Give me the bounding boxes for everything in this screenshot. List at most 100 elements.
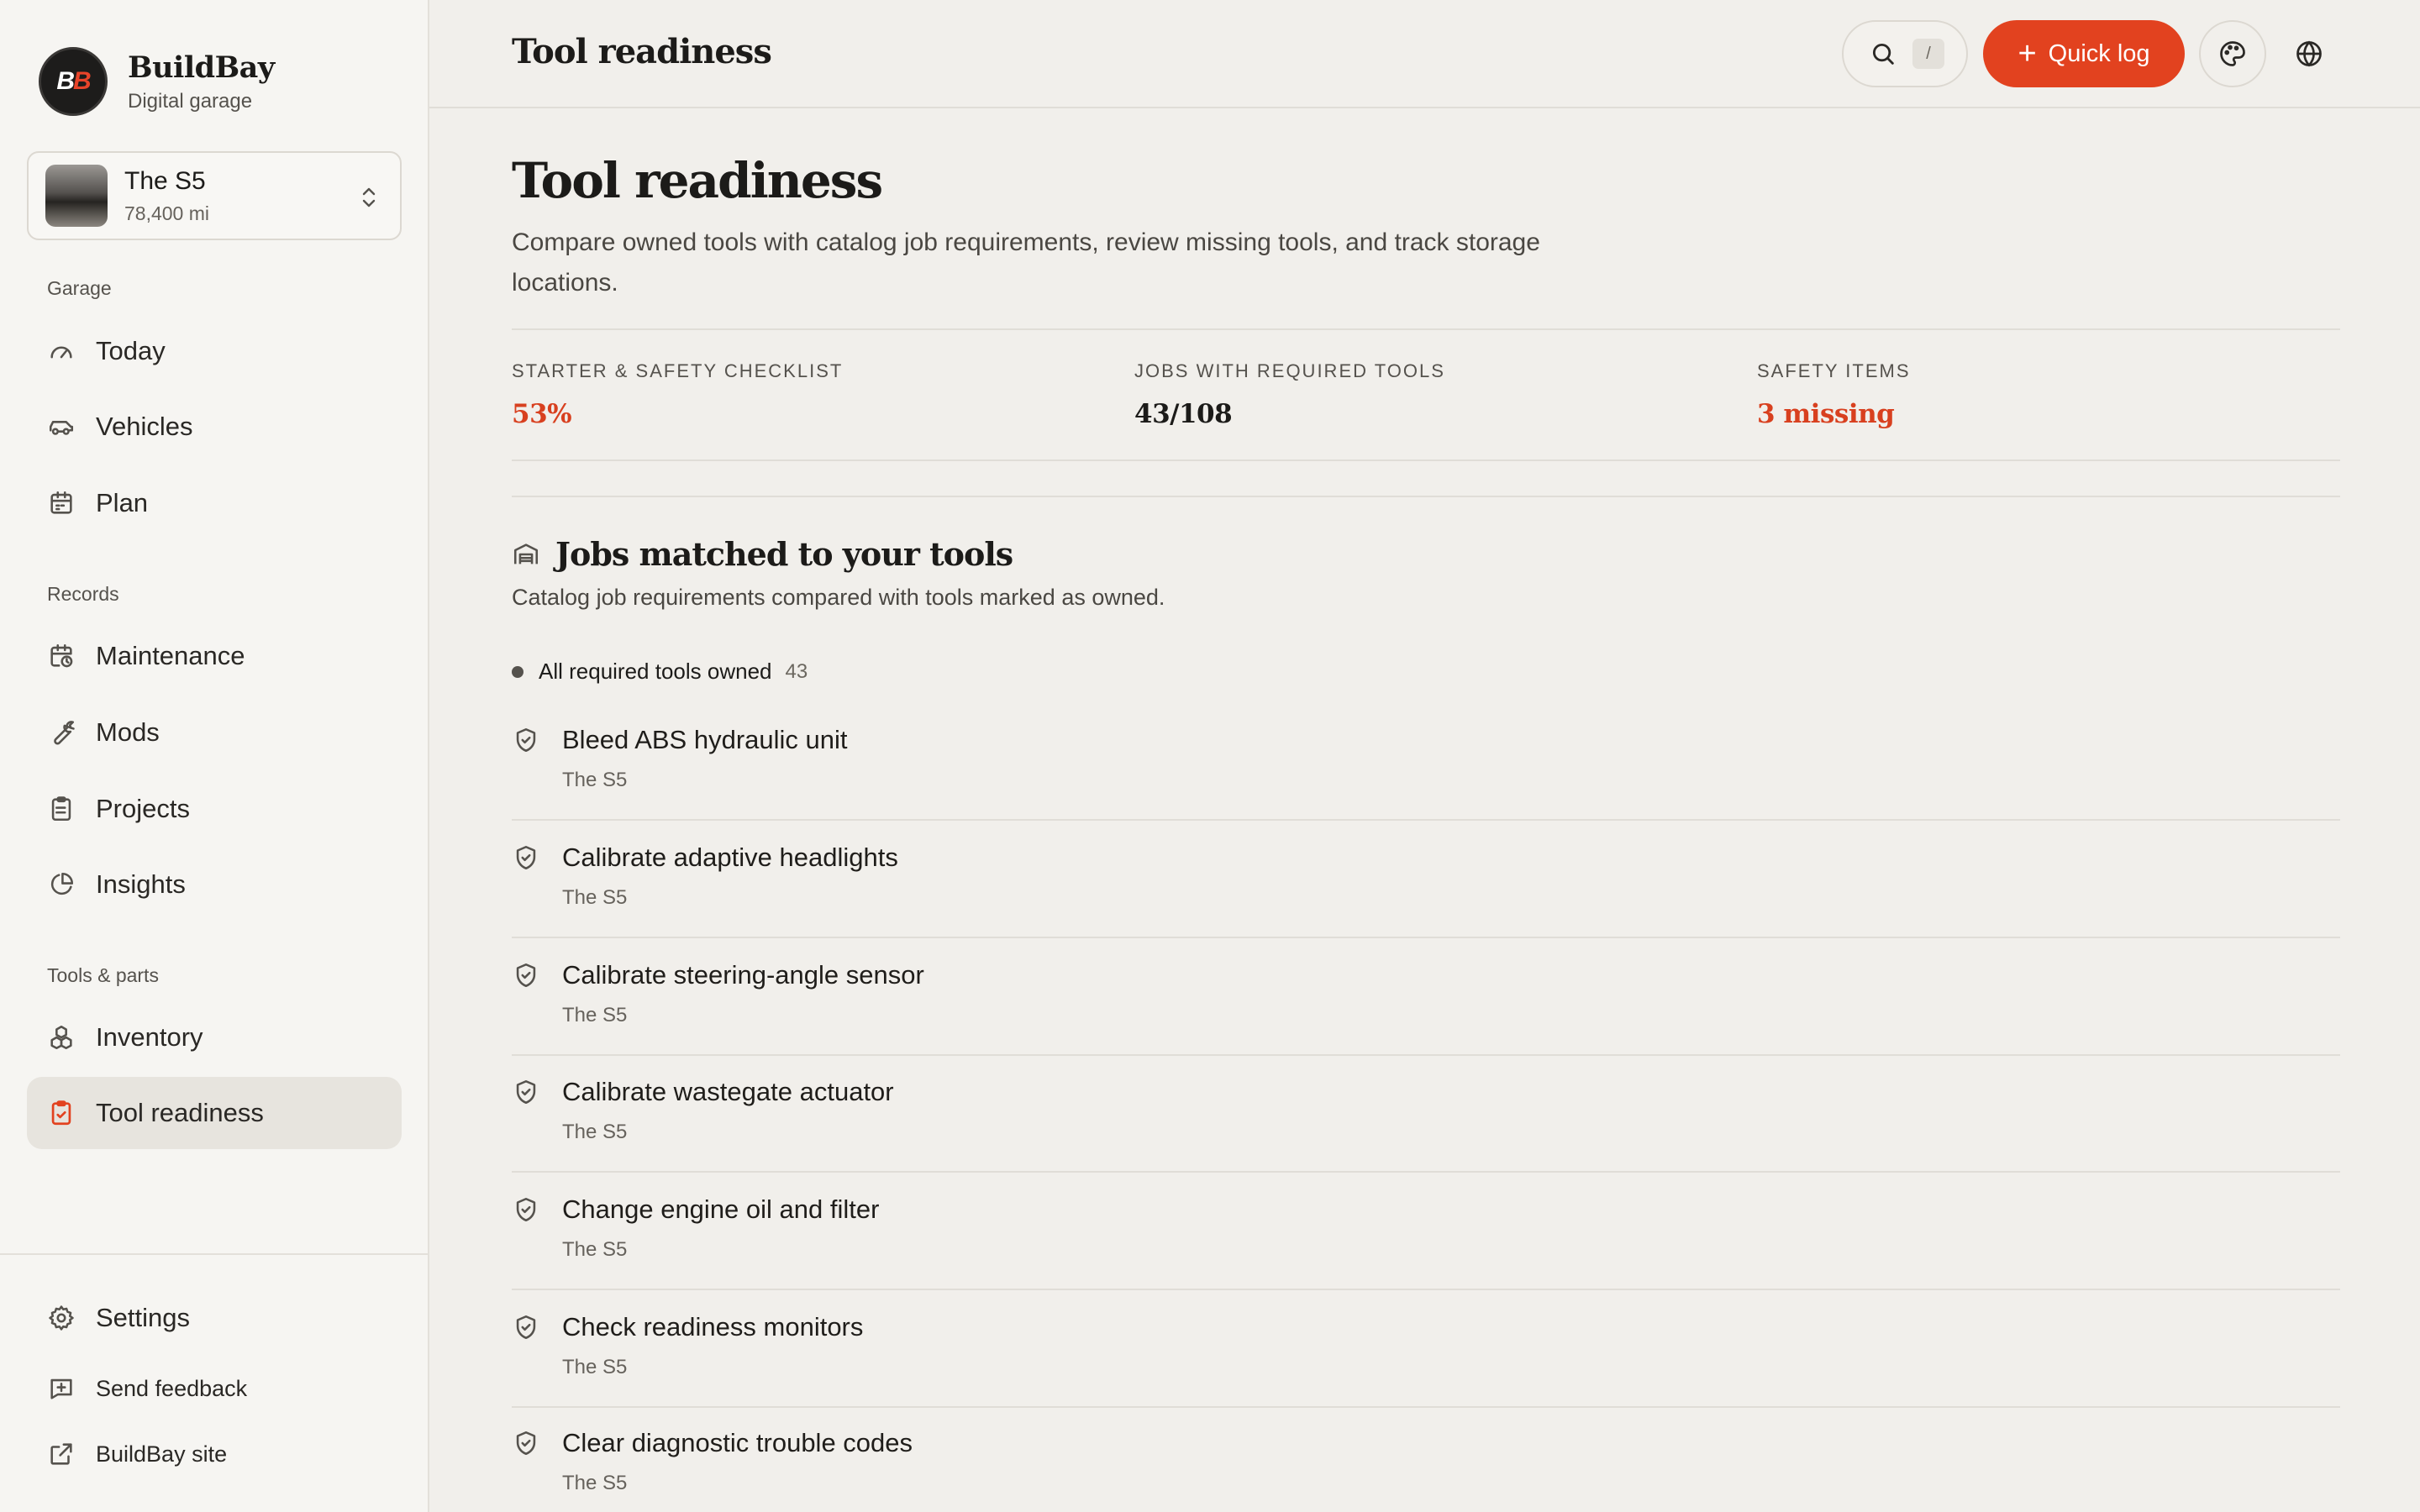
jobs-group-header[interactable]: All required tools owned 43 <box>512 659 808 685</box>
job-title: Change engine oil and filter <box>562 1194 880 1224</box>
jobs-section-header: Jobs matched to your tools <box>512 535 1013 573</box>
jobs-group-count: 43 <box>785 659 808 683</box>
boxes-icon <box>47 1023 76 1052</box>
stat-label: JOBS WITH REQUIRED TOOLS <box>1134 360 1445 381</box>
nav-section-tools-parts: Tools & parts <box>47 964 159 986</box>
sidebar-item-inventory[interactable]: Inventory <box>27 1001 402 1074</box>
app-logo: BB <box>39 47 108 116</box>
job-title: Clear diagnostic trouble codes <box>562 1428 913 1457</box>
sidebar-item-label: Mods <box>96 717 160 747</box>
sidebar-item-insights[interactable]: Insights <box>27 848 402 921</box>
send-feedback-link[interactable]: Send feedback <box>27 1352 402 1425</box>
job-vehicle: The S5 <box>562 886 628 909</box>
message-plus-icon <box>47 1374 76 1403</box>
globe-icon <box>2296 40 2322 67</box>
nav-section-records: Records <box>47 583 119 605</box>
chevron-up-down-icon <box>362 187 376 207</box>
sidebar-item-label: Today <box>96 336 166 365</box>
nav-section-garage: Garage <box>47 277 112 299</box>
job-title: Calibrate wastegate actuator <box>562 1077 894 1106</box>
job-vehicle: The S5 <box>562 769 628 791</box>
jobs-section-subtitle: Catalog job requirements compared with t… <box>512 585 1165 610</box>
external-link-icon <box>47 1440 76 1468</box>
wrench-icon <box>47 718 76 747</box>
vehicle-name: The S5 <box>124 166 206 195</box>
quick-log-button[interactable]: + Quick log <box>1983 20 2185 87</box>
app-name: BuildBay <box>128 50 275 85</box>
sidebar-item-label: Send feedback <box>96 1375 248 1401</box>
stat-value: 3 missing <box>1757 399 1895 429</box>
job-row[interactable]: Calibrate adaptive headlights The S5 <box>512 821 2340 938</box>
job-title: Check readiness monitors <box>562 1312 864 1341</box>
sidebar-item-label: Inventory <box>96 1022 203 1052</box>
clipboard-check-icon <box>47 1099 76 1127</box>
stat-jobs-required-tools: JOBS WITH REQUIRED TOOLS 43/108 <box>1134 360 1445 429</box>
jobs-section-title: Jobs matched to your tools <box>555 535 1013 573</box>
shield-check-icon <box>516 1197 536 1222</box>
job-row[interactable]: Clear diagnostic trouble codes The S5 <box>512 1406 2340 1512</box>
language-button[interactable] <box>2275 20 2343 87</box>
sidebar-item-vehicles[interactable]: Vehicles <box>27 391 402 463</box>
job-vehicle: The S5 <box>562 1238 628 1261</box>
job-vehicle: The S5 <box>562 1004 628 1026</box>
quick-log-label: Quick log <box>2048 39 2150 67</box>
sidebar-item-tool-readiness[interactable]: Tool readiness <box>27 1077 402 1149</box>
stat-value: 43/108 <box>1134 399 1233 429</box>
sidebar-item-mods[interactable]: Mods <box>27 696 402 769</box>
shield-check-icon <box>516 1079 536 1105</box>
job-vehicle: The S5 <box>562 1472 628 1494</box>
section-divider <box>512 496 2340 497</box>
sidebar-item-settings[interactable]: Settings <box>27 1282 402 1354</box>
stat-value: 53% <box>512 399 572 429</box>
palette-icon <box>2220 41 2245 66</box>
sidebar-item-label: Maintenance <box>96 641 245 670</box>
job-title: Bleed ABS hydraulic unit <box>562 725 848 754</box>
job-row[interactable]: Bleed ABS hydraulic unit The S5 <box>512 703 2340 821</box>
sidebar-item-plan[interactable]: Plan <box>27 467 402 539</box>
job-row[interactable]: Calibrate steering-angle sensor The S5 <box>512 938 2340 1056</box>
car-icon <box>47 412 76 441</box>
shield-check-icon <box>516 1315 536 1340</box>
theme-button[interactable] <box>2199 20 2266 87</box>
gear-icon <box>47 1304 76 1332</box>
status-dot <box>512 665 523 678</box>
brand[interactable]: BB BuildBay Digital garage <box>39 47 275 116</box>
sidebar-item-maintenance[interactable]: Maintenance <box>27 620 402 692</box>
sidebar-divider <box>0 1253 429 1255</box>
search-button[interactable]: / <box>1842 20 1968 87</box>
vehicle-thumbnail <box>45 165 108 227</box>
sidebar-item-projects[interactable]: Projects <box>27 773 402 845</box>
sidebar-item-label: Projects <box>96 794 190 823</box>
clipboard-list-icon <box>47 795 76 823</box>
plus-icon: + <box>2018 35 2037 71</box>
stats-strip: STARTER & SAFETY CHECKLIST 53% JOBS WITH… <box>512 328 2340 461</box>
job-row[interactable]: Check readiness monitors The S5 <box>512 1290 2340 1408</box>
calendar-clock-icon <box>47 642 76 670</box>
buildbay-site-link[interactable]: BuildBay site <box>27 1418 402 1490</box>
job-title: Calibrate steering-angle sensor <box>562 960 924 990</box>
calendar-icon <box>47 489 76 517</box>
search-icon <box>1872 43 1894 65</box>
job-vehicle: The S5 <box>562 1356 628 1378</box>
pie-chart-icon <box>47 870 76 899</box>
shield-check-icon <box>516 845 536 870</box>
sidebar-item-label: Tool readiness <box>96 1098 264 1127</box>
sidebar-item-label: Insights <box>96 869 186 899</box>
job-row[interactable]: Change engine oil and filter The S5 <box>512 1173 2340 1290</box>
job-title: Calibrate adaptive headlights <box>562 843 898 872</box>
gauge-icon <box>47 337 76 365</box>
search-shortcut-key: / <box>1912 39 1944 69</box>
topbar-title: Tool readiness <box>512 32 772 71</box>
vehicle-switcher[interactable]: The S5 78,400 mi <box>27 151 402 240</box>
sidebar: BB BuildBay Digital garage The S5 78,400… <box>0 0 429 1512</box>
sidebar-item-label: Vehicles <box>96 412 193 441</box>
job-vehicle: The S5 <box>562 1121 628 1143</box>
stat-label: STARTER & SAFETY CHECKLIST <box>512 360 844 381</box>
sidebar-item-label: Settings <box>96 1303 191 1332</box>
stat-label: SAFETY ITEMS <box>1757 360 1911 381</box>
shield-check-icon <box>516 1431 536 1456</box>
sidebar-item-today[interactable]: Today <box>27 315 402 387</box>
job-row[interactable]: Calibrate wastegate actuator The S5 <box>512 1055 2340 1173</box>
jobs-group-label: All required tools owned <box>539 659 772 684</box>
top-bar: Tool readiness / + Quick log <box>429 0 2420 108</box>
